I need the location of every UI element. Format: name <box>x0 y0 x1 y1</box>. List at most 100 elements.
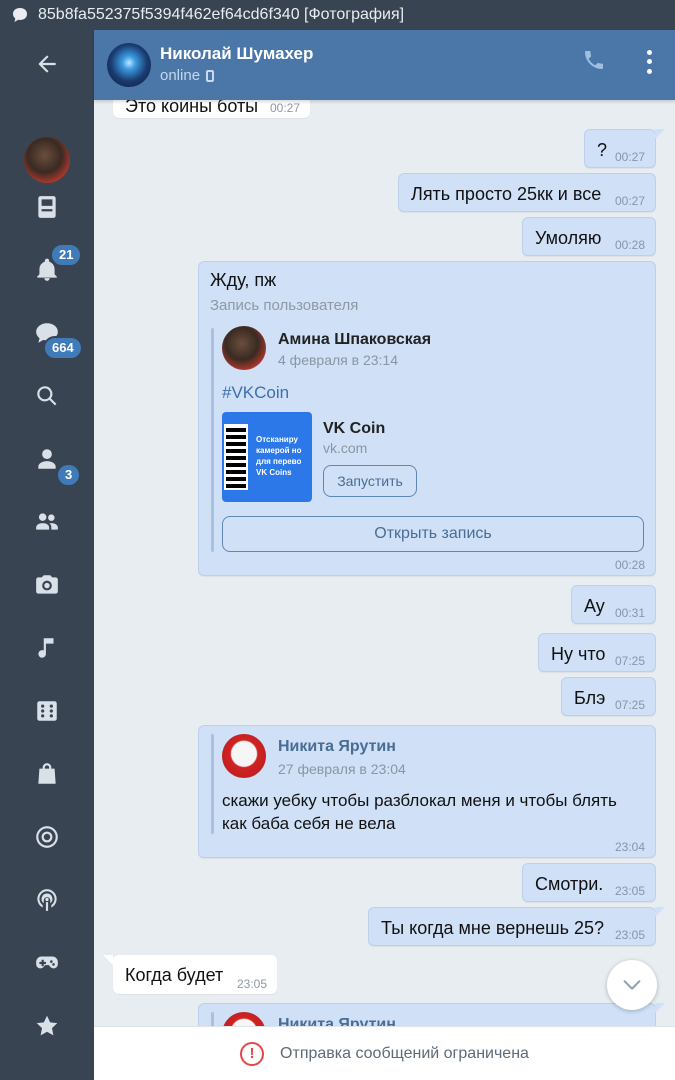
message-text: Смотри. <box>535 874 604 894</box>
message-bubble-incoming[interactable]: Когда будет 23:05 <box>113 955 277 994</box>
bubble-tail <box>655 129 665 139</box>
message-bubble-shared-post[interactable]: Жду, пж Запись пользователя Амина Шпаков… <box>198 261 656 576</box>
link-preview-caption: Отсканиру камерой но для перево VK Coins <box>256 435 302 477</box>
message-time: 00:27 <box>614 194 645 208</box>
nav-podcasts[interactable] <box>0 875 94 925</box>
notifications-badge: 21 <box>50 243 83 267</box>
message-list[interactable]: Это коины боты 00:27 ? 00:27 Лять просто… <box>94 100 675 1026</box>
message-text: ? <box>597 140 608 160</box>
forward-author-name[interactable]: Никита Ярутин <box>278 738 396 756</box>
open-post-button[interactable]: Открыть запись <box>222 516 644 552</box>
nav-news[interactable] <box>0 182 94 232</box>
contact-avatar[interactable] <box>107 43 151 87</box>
message-text: Это коины боты <box>125 100 259 116</box>
messages-badge: 664 <box>43 336 83 360</box>
back-arrow-icon <box>38 55 56 73</box>
forwarded-text: скажи уебку чтобы разблокал меня и чтобы… <box>222 791 617 833</box>
shared-post-subtitle: Запись пользователя <box>210 297 359 314</box>
more-dot-icon <box>646 68 652 74</box>
news-icon <box>38 196 56 218</box>
call-button[interactable] <box>582 48 608 74</box>
dice-icon <box>37 701 57 721</box>
message-bubble-outgoing[interactable]: Смотри. 23:05 <box>522 863 656 902</box>
link-attachment[interactable]: Отсканиру камерой но для перево VK Coins… <box>222 412 442 502</box>
message-bubble-outgoing[interactable]: ? 00:27 <box>584 129 656 168</box>
scroll-to-bottom-button[interactable] <box>607 960 657 1010</box>
podcast-icon <box>37 889 57 911</box>
nav-market[interactable] <box>0 749 94 799</box>
nav-target[interactable] <box>0 812 94 862</box>
nav-favorites[interactable] <box>0 1001 94 1051</box>
contact-name[interactable]: Николай Шумахер <box>160 44 313 64</box>
more-options-button[interactable] <box>636 48 662 76</box>
message-time: 23:05 <box>236 977 267 991</box>
link-domain: vk.com <box>323 440 368 456</box>
message-bubble-forwarded[interactable]: Никита Ярутин <box>198 1003 656 1026</box>
message-text: Ау <box>584 596 605 616</box>
person-icon <box>38 449 56 469</box>
group-icon <box>36 513 58 530</box>
chat-header: Николай Шумахер online <box>94 30 675 100</box>
nav-communities[interactable] <box>0 497 94 547</box>
message-time: 00:31 <box>614 606 645 620</box>
messaging-restricted-text: Отправка сообщений ограничена <box>280 1044 529 1062</box>
left-navigation-rail: 21 664 3 <box>0 30 94 1080</box>
nav-search[interactable] <box>0 371 94 421</box>
message-text: Ты когда мне вернешь 25? <box>381 918 605 938</box>
message-bubble-outgoing[interactable]: Ау 00:31 <box>571 585 656 624</box>
forward-quote-line <box>211 1012 214 1026</box>
bubble-tail <box>103 955 113 965</box>
forward-author-avatar[interactable] <box>222 734 266 778</box>
nav-photos[interactable] <box>0 560 94 610</box>
user-avatar[interactable] <box>24 137 70 183</box>
message-bubble-outgoing[interactable]: Умоляю 00:28 <box>522 217 656 256</box>
phone-icon <box>585 51 603 69</box>
bubble-tail <box>655 907 665 917</box>
message-text: Ну что <box>551 644 606 664</box>
online-status-text: online <box>160 67 201 84</box>
launch-button[interactable]: Запустить <box>323 465 417 497</box>
forward-author-name[interactable]: Никита Ярутин <box>278 1016 396 1026</box>
post-author-name[interactable]: Амина Шпаковская <box>278 331 431 349</box>
chat-notification-icon <box>13 8 27 22</box>
post-hashtag[interactable]: #VKCoin <box>222 383 289 403</box>
message-time: 23:05 <box>614 884 645 898</box>
bubble-tail <box>655 1003 665 1013</box>
post-date: 4 февраля в 23:14 <box>278 352 398 368</box>
post-author-avatar[interactable] <box>222 326 266 370</box>
nav-music[interactable] <box>0 623 94 673</box>
chevron-down-icon <box>623 980 641 990</box>
star-icon <box>36 1015 58 1036</box>
message-time: 07:25 <box>614 698 645 712</box>
message-text: Лять просто 25кк и все <box>411 184 602 204</box>
status-bar-title: 85b8fa552375f5394f462ef64cd6f340 [Фотогр… <box>38 6 405 23</box>
message-bubble-outgoing[interactable]: Ты когда мне вернешь 25? 23:05 <box>368 907 656 946</box>
message-time: 23:04 <box>614 840 645 854</box>
message-time: 00:28 <box>614 238 645 252</box>
message-bubble-outgoing[interactable]: Блэ 07:25 <box>561 677 656 716</box>
warning-icon: ! <box>240 1041 265 1066</box>
message-bubble-incoming[interactable]: Это коины боты 00:27 <box>113 100 310 118</box>
message-bubble-outgoing[interactable]: Ну что 07:25 <box>538 633 656 672</box>
message-bubble-forwarded[interactable]: Никита Ярутин 27 февраля в 23:04 скажи у… <box>198 725 656 858</box>
search-icon <box>37 386 57 406</box>
forward-quote-line <box>211 328 214 552</box>
message-text: Блэ <box>574 688 606 708</box>
forward-quote-line <box>211 734 214 834</box>
status-bar: 85b8fa552375f5394f462ef64cd6f340 [Фотогр… <box>0 0 675 30</box>
forward-author-avatar[interactable] <box>222 1012 266 1026</box>
more-dot-icon <box>646 50 652 56</box>
message-time: 07:25 <box>614 654 645 668</box>
nav-play[interactable] <box>0 938 94 988</box>
nav-games[interactable] <box>0 686 94 736</box>
shopping-bag-icon <box>38 763 56 784</box>
contact-status: online <box>160 67 215 84</box>
back-button[interactable] <box>0 39 94 89</box>
message-bubble-outgoing[interactable]: Лять просто 25кк и все 00:27 <box>398 173 656 212</box>
message-time: 23:05 <box>614 928 645 942</box>
qr-code-icon <box>224 424 248 490</box>
music-icon <box>38 638 54 658</box>
gamepad-icon <box>36 956 58 969</box>
more-dot-icon <box>646 59 652 65</box>
message-text: Когда будет <box>125 965 224 985</box>
